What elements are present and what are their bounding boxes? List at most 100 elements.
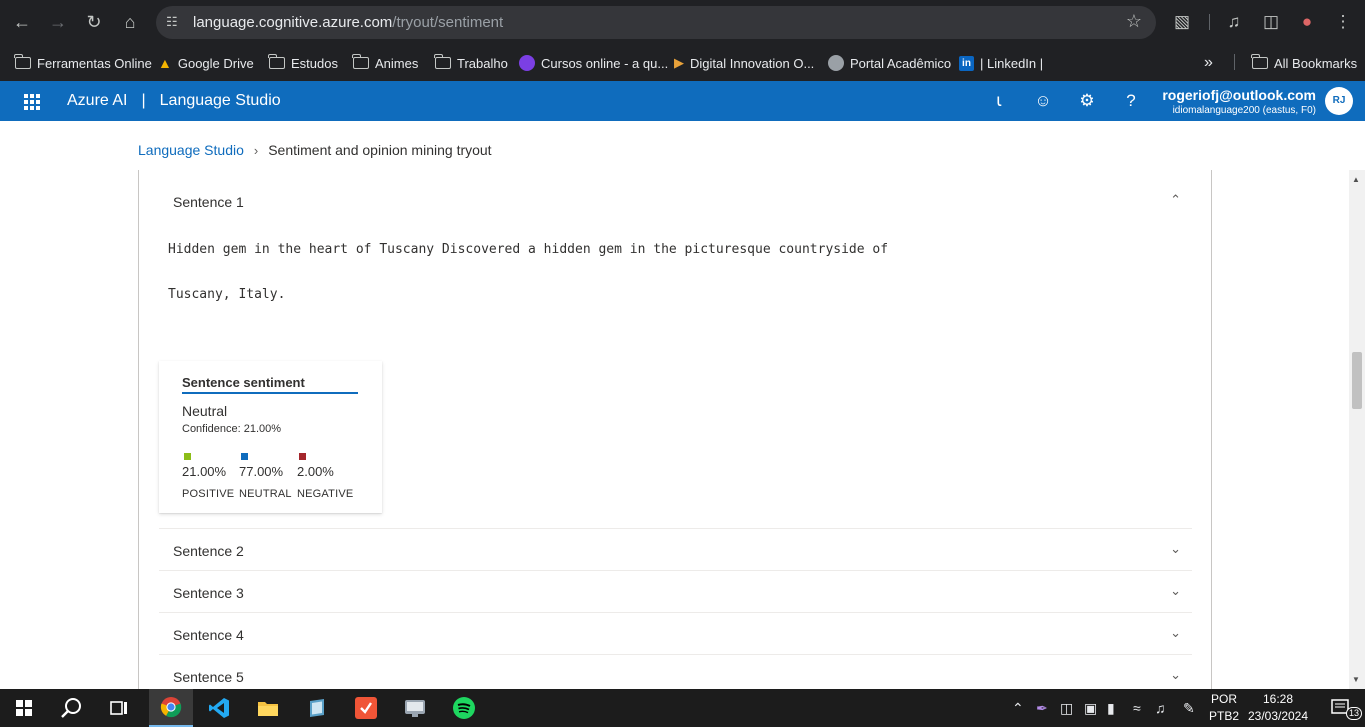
url-path: /tryout/sentiment bbox=[392, 14, 504, 31]
wifi-icon[interactable]: ≈ bbox=[1133, 700, 1141, 716]
notification-bell-icon[interactable]: ⍳ bbox=[988, 90, 1010, 112]
more-bookmarks-icon[interactable]: » bbox=[1204, 53, 1213, 73]
bookmark-portal[interactable]: Portal Acadêmico bbox=[828, 53, 951, 73]
volume-icon[interactable]: ♫ bbox=[1155, 700, 1166, 716]
notifications-icon[interactable]: 13 bbox=[1320, 689, 1364, 727]
metric-neutral: 77.00% NEUTRAL bbox=[239, 453, 292, 500]
back-icon[interactable]: ← bbox=[10, 10, 34, 34]
scroll-down-icon[interactable]: ▼ bbox=[1352, 675, 1360, 684]
clock[interactable]: 16:28 23/03/2024 bbox=[1244, 692, 1312, 724]
sentence-4-header[interactable]: Sentence 4 bbox=[173, 627, 244, 643]
row-divider bbox=[159, 570, 1192, 571]
breadcrumb: Language Studio › Sentiment and opinion … bbox=[138, 142, 492, 158]
address-bar[interactable]: ☷ language.cognitive.azure.com/tryout/se… bbox=[156, 6, 1156, 39]
chevron-down-icon[interactable]: ⌄ bbox=[1170, 667, 1181, 683]
keyboard-layout: PTB2 bbox=[1208, 709, 1239, 723]
scrollbar-thumb[interactable] bbox=[1352, 352, 1362, 409]
brand-separator: | bbox=[141, 92, 146, 109]
studio-name: Language Studio bbox=[159, 92, 281, 109]
clock-date: 23/03/2024 bbox=[1247, 709, 1309, 723]
sentence-3-header[interactable]: Sentence 3 bbox=[173, 585, 244, 601]
neutral-value: 77.00% bbox=[239, 464, 284, 479]
bookmark-ferramentas[interactable]: Ferramentas Online bbox=[14, 53, 152, 73]
sentence-1-header[interactable]: Sentence 1 bbox=[173, 194, 244, 210]
scroll-up-icon[interactable]: ▲ bbox=[1352, 175, 1360, 184]
help-icon[interactable]: ? bbox=[1120, 90, 1142, 112]
chevron-up-icon[interactable]: ⌃ bbox=[1170, 192, 1181, 208]
tray-device-icon[interactable]: ◫ bbox=[1060, 700, 1073, 717]
extensions-icon[interactable]: ▧ bbox=[1170, 10, 1194, 34]
chrome-icon[interactable] bbox=[149, 689, 193, 727]
side-panel-icon[interactable]: ◫ bbox=[1259, 10, 1283, 34]
bookmark-dio[interactable]: ▶ Digital Innovation O... bbox=[674, 53, 814, 73]
neutral-swatch bbox=[241, 453, 248, 460]
account-resource: idiomalanguage200 (eastus, F0) bbox=[1172, 105, 1316, 116]
feedback-smiley-icon[interactable]: ☺ bbox=[1032, 90, 1054, 112]
sentence-5-header[interactable]: Sentence 5 bbox=[173, 669, 244, 685]
bookmark-estudos[interactable]: Estudos bbox=[268, 53, 338, 73]
account-info[interactable]: rogeriofj@outlook.com idiomalanguage200 … bbox=[1162, 87, 1316, 116]
tray-overflow-icon[interactable]: ⌃ bbox=[1012, 700, 1024, 717]
task-view-icon[interactable] bbox=[97, 689, 141, 727]
chevron-down-icon[interactable]: ⌄ bbox=[1170, 625, 1181, 641]
settings-gear-icon[interactable]: ⚙ bbox=[1076, 90, 1098, 112]
bookmark-label: Animes bbox=[375, 55, 419, 71]
metric-negative: 2.00% NEGATIVE bbox=[297, 453, 353, 500]
app-launcher-icon[interactable] bbox=[24, 94, 40, 110]
sentence-2-header[interactable]: Sentence 2 bbox=[173, 543, 244, 559]
app-utility-icon[interactable] bbox=[393, 689, 437, 727]
folder-icon bbox=[268, 54, 285, 69]
bookmarks-bar: Ferramentas Online ▲ Google Drive Estudos… bbox=[0, 44, 1365, 81]
bookmark-animes[interactable]: Animes bbox=[352, 53, 419, 73]
bookmark-label: Trabalho bbox=[457, 55, 508, 71]
menu-icon[interactable]: ⋮ bbox=[1331, 10, 1355, 34]
bookmark-star-icon[interactable]: ☆ bbox=[1126, 11, 1142, 32]
folder-icon bbox=[352, 54, 369, 69]
bookmark-google-drive[interactable]: ▲ Google Drive bbox=[158, 53, 254, 73]
windows-start-icon[interactable] bbox=[2, 689, 46, 727]
language-indicator[interactable]: POR PTB2 bbox=[1206, 692, 1242, 724]
reload-icon[interactable]: ↻ bbox=[82, 10, 106, 34]
forward-icon[interactable]: → bbox=[46, 10, 70, 34]
site-info-icon[interactable]: ☷ bbox=[166, 14, 182, 30]
language-code: POR bbox=[1210, 692, 1237, 706]
breadcrumb-root-link[interactable]: Language Studio bbox=[138, 142, 244, 158]
tray-feather-icon[interactable]: ✒ bbox=[1036, 700, 1048, 717]
notification-count-badge: 13 bbox=[1346, 707, 1363, 720]
app-notes-icon[interactable] bbox=[295, 689, 339, 727]
globe-icon bbox=[828, 55, 844, 71]
bookmarks-divider bbox=[1234, 54, 1235, 70]
battery-icon[interactable]: ▮ bbox=[1107, 700, 1115, 717]
tray-display-icon[interactable]: ▣ bbox=[1084, 700, 1097, 717]
media-control-icon[interactable]: ♫ bbox=[1222, 10, 1246, 34]
all-bookmarks[interactable]: All Bookmarks bbox=[1251, 53, 1357, 73]
bookmark-label: Digital Innovation O... bbox=[690, 55, 815, 71]
positive-swatch bbox=[184, 453, 191, 460]
spotify-icon[interactable] bbox=[442, 689, 486, 727]
bookmark-linkedin[interactable]: in | LinkedIn | bbox=[959, 53, 1043, 73]
negative-swatch bbox=[299, 453, 306, 460]
page-scrollbar[interactable]: ▲ ▼ bbox=[1349, 170, 1365, 690]
home-icon[interactable]: ⌂ bbox=[118, 10, 142, 34]
results-panel: Sentence 1 ⌃ Hidden gem in the heart of … bbox=[138, 170, 1212, 690]
chevron-down-icon[interactable]: ⌄ bbox=[1170, 583, 1181, 599]
file-explorer-icon[interactable] bbox=[246, 689, 290, 727]
app-header: Azure AI | Language Studio ⍳ ☺ ⚙ ? rogerio… bbox=[0, 81, 1365, 121]
linkedin-icon: in bbox=[959, 55, 974, 71]
avatar[interactable]: RJ bbox=[1325, 87, 1353, 115]
app-tasks-icon[interactable] bbox=[344, 689, 388, 727]
clock-time: 16:28 bbox=[1262, 692, 1294, 706]
bookmark-cursos[interactable]: Cursos online - a qu... bbox=[519, 53, 668, 73]
pen-icon[interactable]: ✎ bbox=[1183, 700, 1195, 717]
folder-icon bbox=[1251, 54, 1268, 69]
chevron-down-icon[interactable]: ⌄ bbox=[1170, 541, 1181, 557]
account-email: rogeriofj@outlook.com bbox=[1162, 87, 1316, 103]
vscode-icon[interactable] bbox=[197, 689, 241, 727]
bookmark-label: | LinkedIn | bbox=[980, 55, 1044, 71]
row-divider bbox=[159, 654, 1192, 655]
profile-icon[interactable]: ● bbox=[1295, 10, 1319, 34]
search-icon[interactable] bbox=[50, 689, 94, 727]
brand-title[interactable]: Azure AI | Language Studio bbox=[67, 92, 281, 110]
bookmark-trabalho[interactable]: Trabalho bbox=[434, 53, 508, 73]
bookmark-label: Estudos bbox=[291, 55, 338, 71]
